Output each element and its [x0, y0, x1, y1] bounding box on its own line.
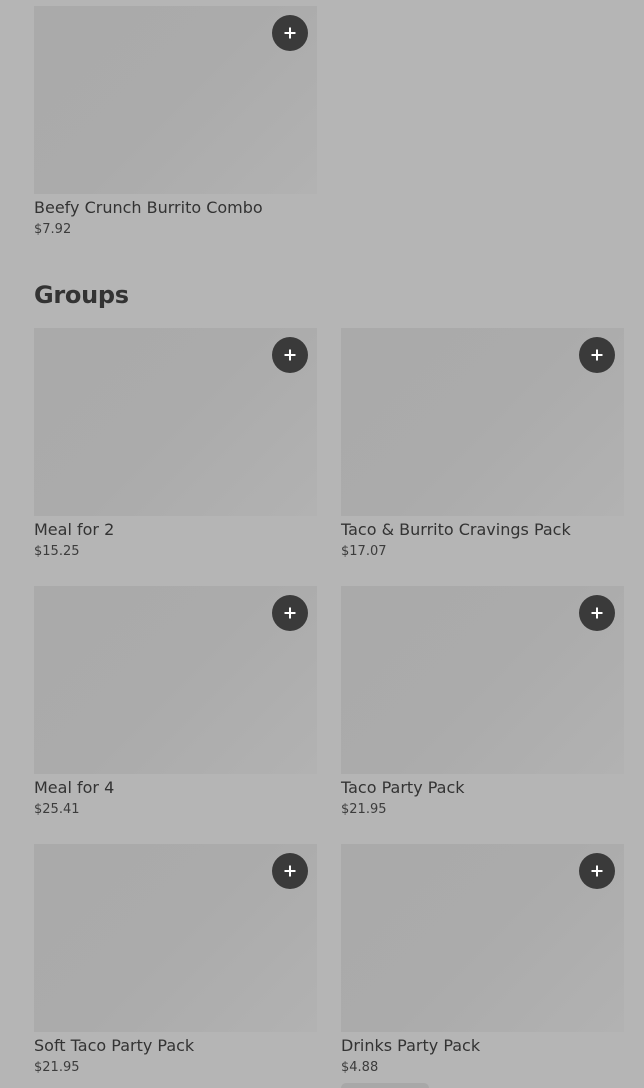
- item-name[interactable]: Taco Party Pack: [341, 778, 624, 798]
- menu-item-card[interactable]: Meal for 2 $15.25: [34, 328, 317, 560]
- add-to-cart-button[interactable]: [272, 595, 308, 631]
- item-price: $21.95: [34, 1060, 80, 1075]
- add-to-cart-button[interactable]: [272, 853, 308, 889]
- item-name[interactable]: Meal for 4: [34, 778, 317, 798]
- plus-icon: [284, 865, 296, 877]
- plus-icon: [591, 607, 603, 619]
- item-price: $17.07: [341, 544, 387, 559]
- menu-item-card[interactable]: Taco Party Pack $21.95: [341, 586, 624, 818]
- item-image[interactable]: [34, 328, 317, 516]
- item-name[interactable]: Beefy Crunch Burrito Combo: [34, 198, 317, 218]
- item-image[interactable]: [341, 328, 624, 516]
- item-name[interactable]: Drinks Party Pack: [341, 1036, 624, 1056]
- menu-item-card[interactable]: Drinks Party Pack $4.88: [341, 844, 624, 1076]
- menu-item-card[interactable]: Taco & Burrito Cravings Pack $17.07: [341, 328, 624, 560]
- item-price: $15.25: [34, 544, 80, 559]
- item-name[interactable]: Taco & Burrito Cravings Pack: [341, 520, 624, 540]
- item-price: $25.41: [34, 802, 80, 817]
- add-to-cart-button[interactable]: [579, 853, 615, 889]
- item-name[interactable]: Soft Taco Party Pack: [34, 1036, 317, 1056]
- add-to-cart-button[interactable]: [579, 337, 615, 373]
- item-image[interactable]: [34, 6, 317, 194]
- item-price: $4.88: [341, 1060, 379, 1075]
- plus-icon: [284, 349, 296, 361]
- item-image[interactable]: [34, 586, 317, 774]
- menu-item-card[interactable]: Beefy Crunch Burrito Combo $7.92: [34, 6, 317, 238]
- plus-icon: [284, 607, 296, 619]
- next-section-pill: [341, 1083, 429, 1088]
- section-title-groups: Groups: [34, 281, 129, 309]
- item-price: $21.95: [341, 802, 387, 817]
- add-to-cart-button[interactable]: [579, 595, 615, 631]
- plus-icon: [284, 27, 296, 39]
- plus-icon: [591, 865, 603, 877]
- menu-item-card[interactable]: Soft Taco Party Pack $21.95: [34, 844, 317, 1076]
- item-image[interactable]: [34, 844, 317, 1032]
- add-to-cart-button[interactable]: [272, 337, 308, 373]
- item-name[interactable]: Meal for 2: [34, 520, 317, 540]
- plus-icon: [591, 349, 603, 361]
- add-to-cart-button[interactable]: [272, 15, 308, 51]
- menu-item-card[interactable]: Meal for 4 $25.41: [34, 586, 317, 818]
- store-menu-page: Beefy Crunch Burrito Combo $7.92 Groups …: [0, 0, 644, 1088]
- item-image[interactable]: [341, 586, 624, 774]
- item-price: $7.92: [34, 222, 72, 237]
- item-image[interactable]: [341, 844, 624, 1032]
